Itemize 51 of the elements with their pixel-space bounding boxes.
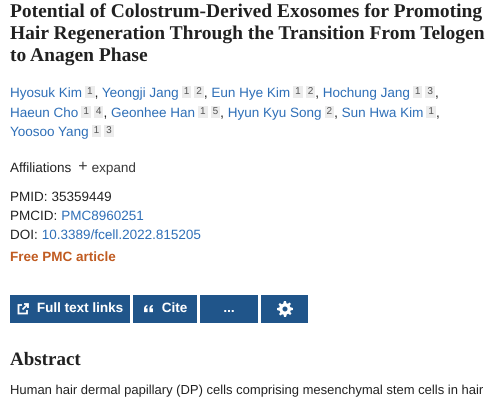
- abstract-text: Human hair dermal papillary (DP) cells comprising mesenchymal stem cells in hair: [10, 380, 484, 398]
- author-link[interactable]: Sun Hwa Kim: [342, 104, 424, 120]
- expand-toggle[interactable]: + expand: [78, 158, 136, 176]
- settings-button[interactable]: [261, 294, 308, 322]
- identifier-link[interactable]: 10.3389/fcell.2022.815205: [42, 224, 201, 244]
- identifier-label: PMCID:: [10, 206, 58, 224]
- author-link[interactable]: Eun Hye Kim: [211, 85, 290, 100]
- affiliation-number[interactable]: 1: [182, 86, 192, 98]
- author-link[interactable]: Geonhee Han: [110, 104, 196, 120]
- affiliation-number[interactable]: 1: [85, 86, 95, 98]
- external-link-icon: [16, 302, 29, 314]
- affiliation-number[interactable]: 1: [81, 106, 91, 118]
- comma: ,: [436, 104, 440, 120]
- author-link[interactable]: Yoosoo Yang: [10, 124, 89, 139]
- free-pmc-article-label: Free PMC article: [10, 248, 117, 266]
- author-link[interactable]: Haeun Cho: [10, 104, 78, 120]
- author-link[interactable]: Yeongji Jang: [102, 85, 179, 100]
- affiliation-number[interactable]: 3: [104, 125, 114, 137]
- affiliation-number[interactable]: 3: [425, 86, 435, 98]
- article-title: Potential of Colostrum-Derived Exosomes for Promoting Hair Regeneration Through the Transition From Telogen to Anagen Phase: [10, 1, 486, 67]
- author-link[interactable]: Hyun Kyu Song: [228, 104, 322, 120]
- comma: ,: [220, 104, 224, 120]
- affiliation-number[interactable]: 2: [306, 86, 316, 98]
- identifier-label: DOI:: [10, 226, 38, 244]
- comma: ,: [204, 85, 208, 100]
- settings-icon: [276, 300, 292, 316]
- comma: ,: [334, 104, 338, 120]
- quote-icon: [142, 304, 154, 313]
- affiliation-number[interactable]: 1: [293, 86, 303, 98]
- more-button[interactable]: ...: [200, 294, 258, 322]
- identifier-label: PMID:: [10, 188, 48, 206]
- identifier-value: 35359449: [52, 188, 112, 206]
- affiliation-number[interactable]: 1: [412, 86, 422, 98]
- affiliation-number[interactable]: 2: [324, 106, 334, 118]
- author-link[interactable]: Hyosuk Kim: [10, 85, 82, 100]
- identifier-link[interactable]: PMC8960251: [61, 206, 144, 224]
- author-link[interactable]: Hochung Jang: [322, 85, 410, 100]
- affiliations-label: Affiliations: [10, 158, 72, 176]
- full-text-links-button[interactable]: Full text links: [10, 294, 130, 322]
- affiliation-number[interactable]: 5: [210, 106, 220, 118]
- affiliation-number[interactable]: 2: [194, 86, 204, 98]
- affiliation-number[interactable]: 1: [92, 125, 102, 137]
- comma: ,: [94, 85, 98, 100]
- affiliation-number[interactable]: 4: [94, 106, 104, 118]
- comma: ,: [434, 85, 439, 100]
- affiliation-number[interactable]: 1: [198, 106, 208, 118]
- comma: ,: [103, 104, 108, 120]
- abstract-heading: Abstract: [10, 348, 82, 370]
- cite-button[interactable]: Cite: [133, 294, 197, 322]
- affiliation-number[interactable]: 1: [426, 106, 436, 118]
- comma: ,: [315, 85, 320, 100]
